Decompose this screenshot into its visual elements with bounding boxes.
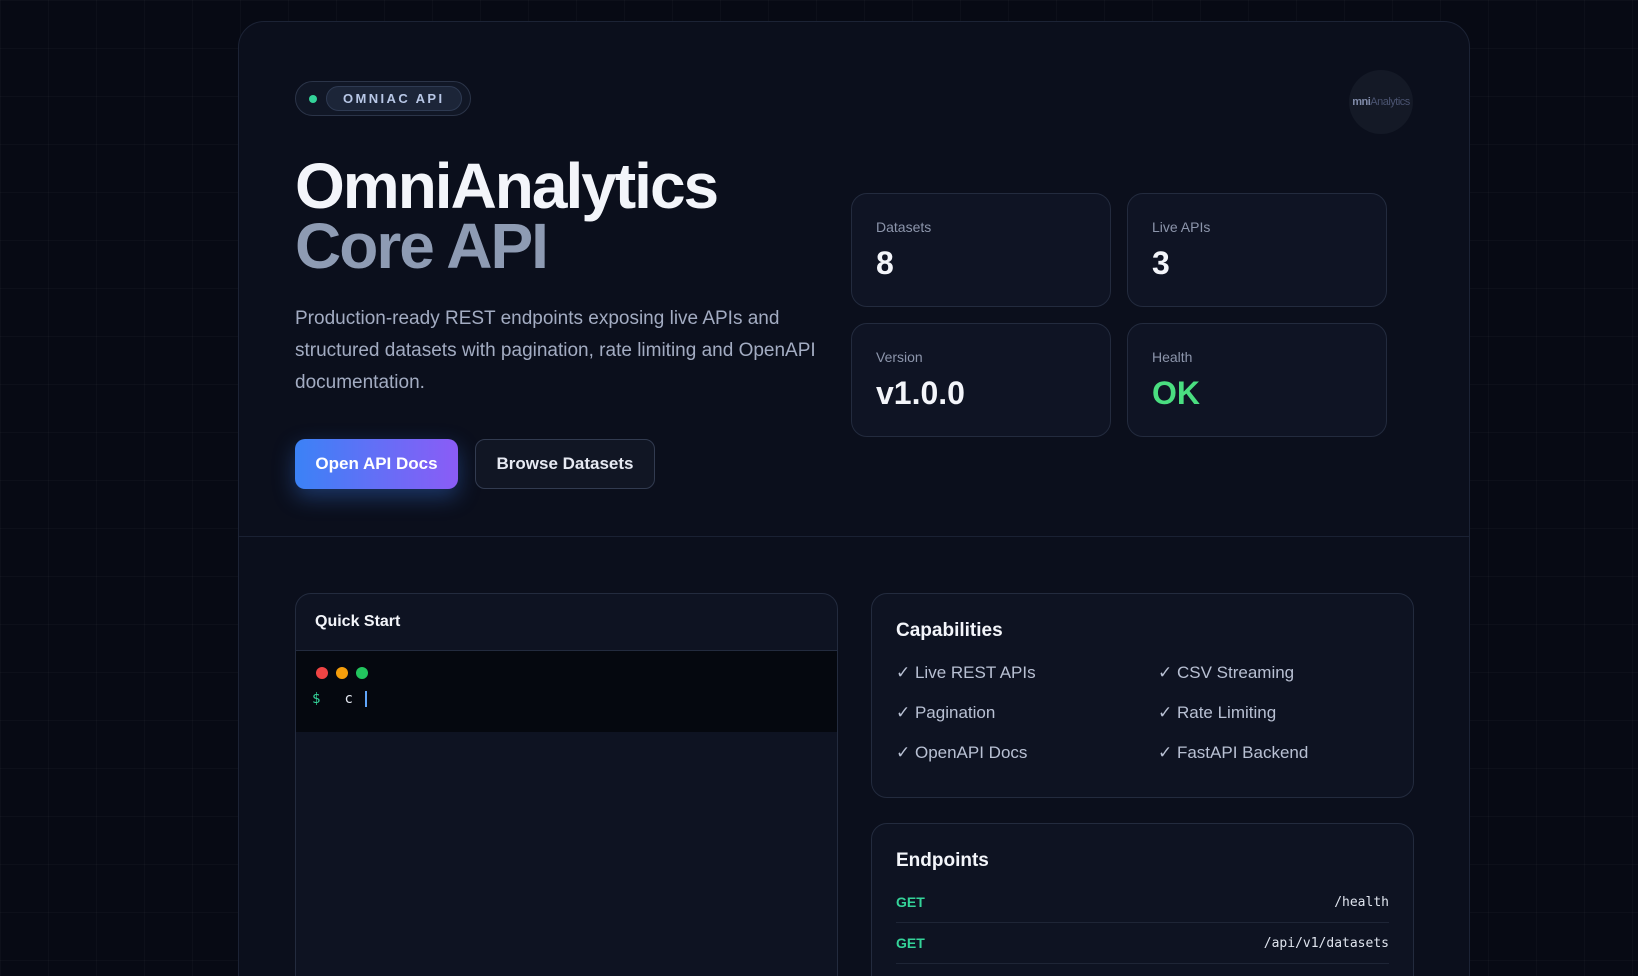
endpoints-title: Endpoints	[896, 850, 989, 871]
minimize-dot-icon	[336, 667, 348, 679]
capability-item: ✓ Live REST APIs	[896, 663, 1036, 682]
endpoint-method: GET	[896, 894, 925, 910]
hero-description: Production-ready REST endpoints exposing…	[295, 308, 816, 393]
endpoints-panel: Endpoints GET /health GET /api/v1/datase…	[871, 823, 1414, 976]
stat-card-health: Health OK	[1127, 323, 1387, 437]
stat-label: Live APIs	[1152, 219, 1211, 235]
open-api-docs-button[interactable]: Open API Docs	[295, 439, 458, 489]
close-dot-icon	[316, 667, 328, 679]
capability-item: ✓ Rate Limiting	[1158, 703, 1277, 722]
logo-text-light: Analytics	[1370, 96, 1410, 108]
logo: mni Analytics	[1349, 70, 1413, 134]
stat-value: 3	[1152, 245, 1170, 281]
page-subtitle: Core API	[295, 210, 549, 282]
stat-card-live-apis: Live APIs 3	[1127, 193, 1387, 307]
terminal[interactable]: $ c	[296, 651, 837, 732]
browse-datasets-button[interactable]: Browse Datasets	[475, 439, 655, 489]
stat-value: 8	[876, 245, 894, 281]
quick-start-panel: Quick Start $ c	[295, 593, 838, 976]
page-title: OmniAnalytics	[295, 150, 719, 222]
main-card: OMNIAC API mni Analytics OmniAnalytics Co…	[238, 21, 1470, 976]
window-controls	[316, 667, 837, 679]
maximize-dot-icon	[356, 667, 368, 679]
capability-item: ✓ CSV Streaming	[1158, 663, 1295, 682]
capabilities-panel: Capabilities ✓ Live REST APIs ✓ CSV Stre…	[871, 593, 1414, 798]
api-badge-label: OMNIAC API	[326, 86, 462, 111]
endpoint-path: /health	[1334, 894, 1389, 910]
capability-item: ✓ OpenAPI Docs	[896, 743, 1028, 762]
cursor-icon	[364, 691, 367, 707]
quick-start-title: Quick Start	[296, 594, 837, 651]
terminal-line: $ c	[312, 691, 837, 707]
capability-item: ✓ Pagination	[896, 703, 996, 722]
hero-section: OMNIAC API mni Analytics OmniAnalytics Co…	[239, 22, 1469, 537]
stat-value: v1.0.0	[876, 375, 965, 411]
capabilities-list: ✓ Live REST APIs ✓ CSV Streaming ✓ Pagin…	[896, 662, 1389, 764]
stat-card-datasets: Datasets 8	[851, 193, 1111, 307]
endpoint-row[interactable]: GET /health	[896, 882, 1389, 923]
stat-label: Health	[1152, 349, 1193, 365]
endpoint-path: /api/v1/datasets	[1263, 935, 1389, 951]
capabilities-title: Capabilities	[896, 620, 1003, 641]
stat-card-version: Version v1.0.0	[851, 323, 1111, 437]
endpoint-method: GET	[896, 935, 925, 951]
capability-item: ✓ FastAPI Backend	[1158, 743, 1309, 762]
stat-label: Datasets	[876, 219, 932, 235]
logo-text-strong: mni	[1352, 96, 1371, 108]
terminal-prompt: $	[312, 691, 321, 707]
endpoints-list: GET /health GET /api/v1/datasets	[896, 882, 1389, 964]
stat-label: Version	[876, 349, 923, 365]
terminal-command: c	[344, 691, 353, 707]
health-status-value: OK	[1152, 375, 1200, 411]
api-badge: OMNIAC API	[295, 81, 471, 116]
status-dot-icon	[309, 94, 317, 103]
endpoint-row[interactable]: GET /api/v1/datasets	[896, 923, 1389, 964]
